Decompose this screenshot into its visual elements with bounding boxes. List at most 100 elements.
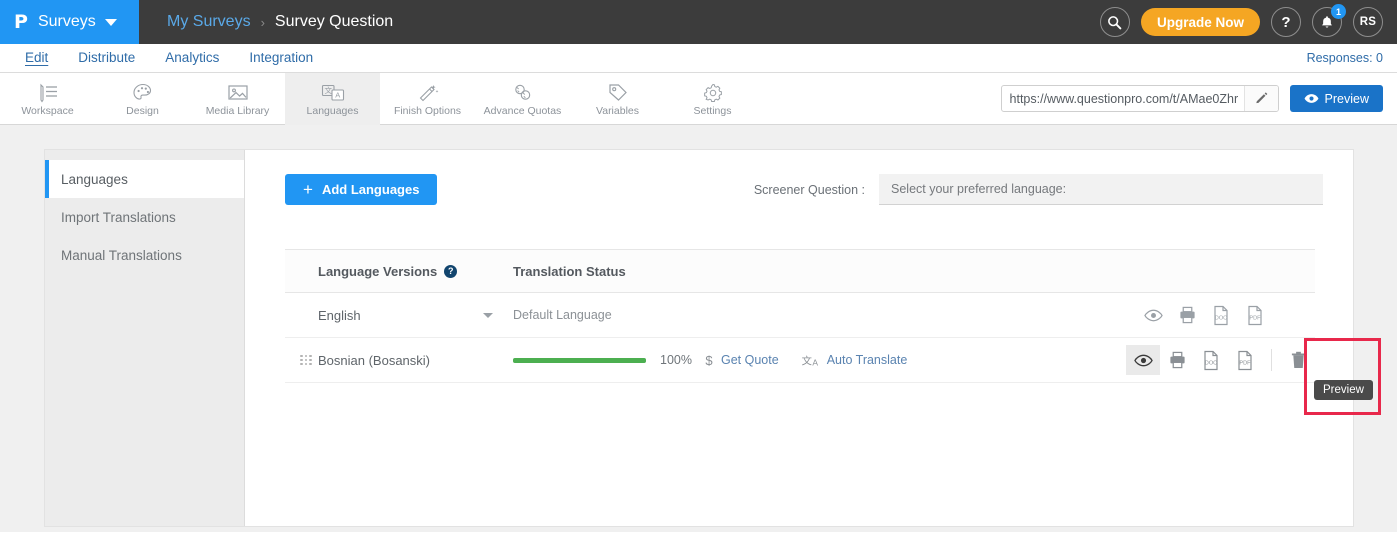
brand-surveys-menu[interactable]: P Surveys — [0, 0, 139, 44]
chevron-down-icon[interactable] — [483, 313, 493, 318]
doc-icon: DOC — [1202, 350, 1220, 371]
toolbar-item-advance-quotas[interactable]: Advance Quotas — [475, 73, 570, 125]
nav-tab-analytics[interactable]: Analytics — [150, 44, 234, 73]
delete-language-button[interactable] — [1281, 345, 1315, 375]
nav-tab-edit[interactable]: Edit — [10, 44, 63, 73]
languages-panel: Languages Import Translations Manual Tra… — [44, 149, 1354, 527]
translate-icon: 文 A — [320, 81, 346, 103]
brand-label: Surveys — [38, 13, 96, 31]
responses-count: Responses: 0 — [1307, 51, 1383, 65]
toolbar-item-design[interactable]: Design — [95, 73, 190, 125]
svg-text:文: 文 — [801, 354, 811, 367]
help-icon[interactable]: ? — [444, 265, 457, 278]
translation-progress-bar — [513, 358, 646, 363]
language-name: Bosnian (Bosanski) — [318, 353, 430, 368]
toolbar-item-workspace[interactable]: Workspace — [0, 73, 95, 125]
language-versions-table: Language Versions ? Translation Status E… — [285, 249, 1315, 383]
screener-question-area: Screener Question : — [754, 174, 1323, 205]
svg-text:DOC: DOC — [1215, 315, 1227, 321]
avatar[interactable]: RS — [1353, 7, 1383, 37]
print-icon-button[interactable] — [1160, 345, 1194, 375]
drag-handle-icon[interactable] — [300, 355, 312, 366]
sidebar-item-manual-translations[interactable]: Manual Translations — [45, 236, 244, 274]
sidebar-item-label: Import Translations — [61, 210, 176, 225]
upgrade-now-label: Upgrade Now — [1157, 15, 1244, 30]
printer-icon — [1168, 351, 1187, 369]
toolbar-item-variables[interactable]: Variables — [570, 73, 665, 125]
breadcrumb-separator: › — [261, 15, 265, 30]
nav-tab-integration[interactable]: Integration — [234, 44, 328, 73]
survey-toolbar: Workspace Design Media Library — [0, 73, 1397, 125]
toolbar-label-finish-options: Finish Options — [394, 105, 461, 117]
preview-icon-button[interactable] — [1126, 345, 1160, 375]
svg-text:$: $ — [705, 353, 713, 368]
pdf-icon: PDF — [1246, 305, 1264, 326]
upgrade-now-button[interactable]: Upgrade Now — [1141, 8, 1260, 36]
actions-divider — [1271, 349, 1272, 371]
default-language-label: Default Language — [513, 308, 612, 322]
edit-url-button[interactable] — [1244, 86, 1278, 111]
table-header-row: Language Versions ? Translation Status — [285, 249, 1315, 293]
nav-tab-distribute[interactable]: Distribute — [63, 44, 150, 73]
toolbar-item-languages[interactable]: 文 A Languages — [285, 73, 380, 125]
export-pdf-button[interactable]: PDF — [1238, 300, 1272, 330]
survey-url-text: https://www.questionpro.com/t/AMae0Zhr — [1002, 92, 1244, 106]
eye-icon — [1134, 354, 1153, 367]
toolbar-label-media-library: Media Library — [206, 105, 270, 117]
preview-survey-button[interactable]: Preview — [1290, 85, 1383, 112]
table-row: Bosnian (Bosanski) 100% $ — [285, 338, 1315, 383]
svg-text:A: A — [335, 90, 340, 99]
notification-badge: 1 — [1331, 4, 1346, 19]
bell-icon — [1320, 15, 1334, 30]
header-translation-status: Translation Status — [513, 264, 1315, 279]
export-pdf-button[interactable]: PDF — [1228, 345, 1262, 375]
preview-survey-label: Preview — [1325, 92, 1369, 106]
preview-highlight-box — [1304, 338, 1381, 415]
svg-text:PDF: PDF — [1249, 315, 1261, 321]
auto-translate-action[interactable]: 文 A Auto Translate — [801, 353, 908, 368]
doc-icon: DOC — [1212, 305, 1230, 326]
header-language-versions-label: Language Versions — [318, 264, 437, 279]
svg-text:PDF: PDF — [1239, 360, 1251, 366]
chain-links-icon — [511, 81, 535, 103]
avatar-initials: RS — [1360, 16, 1376, 28]
breadcrumb: My Surveys › Survey Question — [167, 13, 393, 31]
header-translation-status-label: Translation Status — [513, 264, 626, 279]
language-name: English — [318, 308, 361, 323]
screener-question-input[interactable] — [879, 174, 1323, 205]
questionpro-logo-icon: P — [14, 13, 28, 32]
add-languages-label: Add Languages — [322, 182, 420, 197]
row-status-cell: Default Language — [513, 308, 1136, 322]
breadcrumb-my-surveys[interactable]: My Surveys — [167, 13, 251, 31]
trash-icon — [1290, 351, 1307, 370]
translate-icon: 文 A — [801, 353, 820, 368]
sidebar-item-languages[interactable]: Languages — [45, 160, 244, 198]
screener-question-label: Screener Question : — [754, 183, 865, 197]
row-language-cell[interactable]: Bosnian (Bosanski) — [285, 353, 513, 368]
add-languages-button[interactable]: + Add Languages — [285, 174, 437, 205]
export-doc-button[interactable]: DOC — [1194, 345, 1228, 375]
toolbar-item-finish-options[interactable]: Finish Options — [380, 73, 475, 125]
page-body: Languages Import Translations Manual Tra… — [0, 125, 1397, 532]
tag-icon — [607, 81, 629, 103]
export-doc-button[interactable]: DOC — [1204, 300, 1238, 330]
notifications-button[interactable]: 1 — [1312, 7, 1342, 37]
search-button[interactable] — [1100, 7, 1130, 37]
toolbar-item-settings[interactable]: Settings — [665, 73, 760, 125]
print-icon-button[interactable] — [1170, 300, 1204, 330]
svg-text:DOC: DOC — [1205, 360, 1217, 366]
pencil-list-icon — [36, 81, 60, 103]
search-icon — [1107, 15, 1122, 30]
survey-url-box[interactable]: https://www.questionpro.com/t/AMae0Zhr — [1001, 85, 1279, 112]
help-button[interactable]: ? — [1271, 7, 1301, 37]
toolbar-item-media-library[interactable]: Media Library — [190, 73, 285, 125]
languages-sidebar: Languages Import Translations Manual Tra… — [45, 150, 245, 526]
row-language-cell[interactable]: English — [285, 308, 513, 323]
toolbar-label-languages: Languages — [307, 105, 359, 117]
sidebar-item-import-translations[interactable]: Import Translations — [45, 198, 244, 236]
content-top-row: + Add Languages Screener Question : — [285, 174, 1323, 205]
get-quote-action[interactable]: $ Get Quote — [704, 353, 779, 368]
preview-icon-button[interactable] — [1136, 300, 1170, 330]
toolbar-label-advance-quotas: Advance Quotas — [484, 105, 562, 117]
main-nav-bar: Edit Distribute Analytics Integration Re… — [0, 44, 1397, 73]
